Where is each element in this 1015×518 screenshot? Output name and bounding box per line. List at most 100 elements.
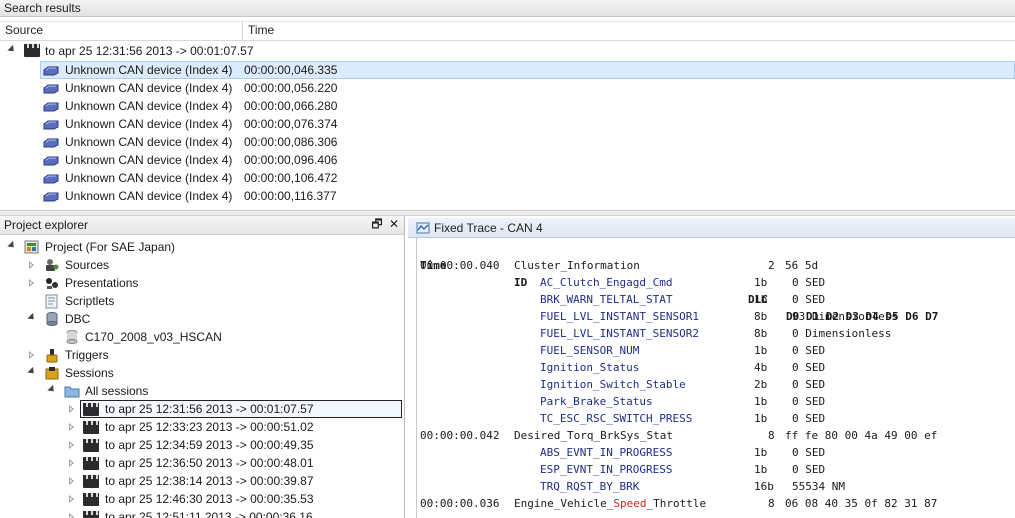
tree-item-triggers[interactable]: Triggers — [0, 346, 400, 364]
folder-icon — [64, 386, 80, 398]
signal-name: FUEL_LVL_INSTANT_SENSOR1 — [540, 310, 699, 323]
signal-length: 16b — [754, 480, 774, 493]
expand-arrow-icon[interactable] — [7, 44, 17, 55]
signal-name: FUEL_SENSOR_NUM — [540, 344, 640, 357]
signal-value: 0 SED — [792, 378, 826, 391]
search-result-row[interactable]: Unknown CAN device (Index 4) 00:00:00,076… — [0, 115, 1015, 133]
search-result-row[interactable]: Unknown CAN device (Index 4) 00:00:00,116… — [0, 187, 1015, 205]
result-time: 00:00:00,056.220 — [244, 81, 338, 95]
tree-item-session[interactable]: to apr 25 12:38:14 2013 -> 00:00:39.87 — [0, 472, 405, 490]
session-clapper-icon — [83, 439, 99, 452]
collapsed-arrow-icon[interactable] — [69, 405, 74, 413]
signal-value: 0 SED — [792, 293, 826, 306]
trace-signal-row[interactable]: FUEL_LVL_INSTANT_SENSOR2 8b 0 Dimensionles… — [417, 325, 1015, 342]
collapsed-arrow-icon[interactable] — [69, 423, 74, 431]
trace-icon — [416, 222, 430, 234]
trace-message-row[interactable]: 00:00:00.040 Cluster_Information 2 56 5d — [417, 257, 1015, 274]
column-header-time[interactable]: Time — [243, 21, 1015, 40]
tree-item-session[interactable]: to apr 25 12:34:59 2013 -> 00:00:49.35 — [0, 436, 405, 454]
sources-icon — [46, 259, 59, 271]
session-clapper-icon — [83, 493, 99, 506]
tree-item-dbc[interactable]: DBC — [0, 310, 400, 328]
trace-signal-row[interactable]: TC_ESC_RSC_SWITCH_PRESS 1b 0 SED — [417, 410, 1015, 427]
search-result-session[interactable]: to apr 25 12:31:56 2013 -> 00:01:07.57 — [0, 42, 1015, 60]
triggers-icon — [46, 349, 58, 363]
signal-value: 0 SED — [792, 395, 826, 408]
search-result-row[interactable]: Unknown CAN device (Index 4) 00:00:00,056… — [0, 79, 1015, 97]
expand-arrow-icon[interactable] — [27, 366, 37, 377]
presentations-icon — [46, 278, 58, 289]
search-result-row[interactable]: Unknown CAN device (Index 4) 00:00:00,106… — [0, 169, 1015, 187]
project-explorer-title: Project explorer — [4, 218, 89, 232]
fixed-trace-tab[interactable]: Fixed Trace - CAN 4 — [408, 218, 1015, 238]
collapsed-arrow-icon[interactable] — [69, 495, 74, 503]
tree-label-dbc: DBC — [65, 312, 91, 326]
restore-window-icon[interactable]: 🗗 — [370, 218, 384, 232]
trace-message-row[interactable]: 00:00:00.036 Engine_Vehicle_Speed_Throttl… — [417, 495, 1015, 512]
signal-name: Ignition_Status — [540, 361, 640, 374]
trace-signal-row[interactable]: Ignition_Switch_Stable 2b 0 SED — [417, 376, 1015, 393]
session-clapper-icon — [83, 511, 99, 518]
session-clapper-icon — [24, 44, 40, 57]
message-id: Cluster_Information — [514, 259, 640, 272]
tree-label-sessions: Sessions — [65, 366, 114, 380]
session-clapper-icon — [83, 475, 99, 488]
signal-value: 0 SED — [792, 446, 826, 459]
result-source: Unknown CAN device (Index 4) — [65, 171, 233, 185]
tree-item-sessions[interactable]: Sessions — [0, 364, 400, 382]
trace-signal-row[interactable]: FUEL_LVL_INSTANT_SENSOR1 8b 93 Dimensionle… — [417, 308, 1015, 325]
search-result-row[interactable]: Unknown CAN device (Index 4) 00:00:00,096… — [0, 151, 1015, 169]
collapsed-arrow-icon[interactable] — [69, 441, 74, 449]
search-result-row[interactable]: Unknown CAN device (Index 4) 00:00:00,086… — [0, 133, 1015, 151]
trace-message-row[interactable]: 00:00:00.042 Desired_Torq_BrkSys_Stat 8 ff … — [417, 427, 1015, 444]
signal-value: 0 SED — [792, 276, 826, 289]
result-source: Unknown CAN device (Index 4) — [65, 63, 233, 77]
trace-signal-row[interactable]: ESP_EVNT_IN_PROGRESS 1b 0 SED — [417, 461, 1015, 478]
search-result-row[interactable]: Unknown CAN device (Index 4) 00:00:00,066… — [0, 97, 1015, 115]
tree-item-presentations[interactable]: Presentations — [0, 274, 400, 292]
search-results-panel: Search results Source Time to apr 25 12:… — [0, 0, 1015, 210]
collapsed-arrow-icon[interactable] — [29, 279, 34, 287]
tree-item-all-sessions[interactable]: All sessions — [0, 382, 400, 400]
signal-length: 4b — [754, 361, 768, 374]
message-data: ff fe 80 00 4a 49 00 ef — [785, 429, 938, 442]
tree-item-session[interactable]: to apr 25 12:33:23 2013 -> 00:00:51.02 — [0, 418, 405, 436]
result-time: 00:00:00,096.406 — [244, 153, 338, 167]
tree-item-sources[interactable]: Sources — [0, 256, 400, 274]
trace-signal-row[interactable]: ABS_EVNT_IN_PROGRESS 1b 0 SED — [417, 444, 1015, 461]
tree-item-session[interactable]: to apr 25 12:36:50 2013 -> 00:00:48.01 — [0, 454, 405, 472]
signal-name: TC_ESC_RSC_SWITCH_PRESS — [540, 412, 693, 425]
tree-label-project: Project (For SAE Japan) — [45, 240, 176, 254]
message-id-part: _Throttle — [646, 497, 707, 510]
session-label: to apr 25 12:33:23 2013 -> 00:00:51.02 — [105, 420, 314, 434]
expand-arrow-icon[interactable] — [27, 312, 37, 323]
collapsed-arrow-icon[interactable] — [29, 261, 34, 269]
tree-item-dbc-file[interactable]: C170_2008_v03_HSCAN — [0, 328, 400, 346]
search-result-row[interactable]: Unknown CAN device (Index 4) 00:00:00,046… — [0, 61, 1015, 79]
trace-signal-row[interactable]: AC_Clutch_Engagd_Cmd 1b 0 SED — [417, 274, 1015, 291]
collapsed-arrow-icon[interactable] — [29, 351, 34, 359]
collapsed-arrow-icon[interactable] — [69, 513, 74, 518]
tree-item-project[interactable]: Project (For SAE Japan) — [0, 238, 400, 256]
tree-label-presentations: Presentations — [65, 276, 139, 290]
trace-signal-row[interactable]: Ignition_Status 4b 0 SED — [417, 359, 1015, 376]
close-panel-icon[interactable]: ✕ — [387, 218, 401, 232]
expand-arrow-icon[interactable] — [7, 240, 17, 251]
session-label: to apr 25 12:31:56 2013 -> 00:01:07.57 — [45, 44, 254, 58]
message-dlc: 8 — [768, 497, 775, 510]
trace-signal-row[interactable]: Park_Brake_Status 1b 0 SED — [417, 393, 1015, 410]
expand-arrow-icon[interactable] — [47, 384, 57, 395]
tree-item-scriptlets[interactable]: Scriptlets — [0, 292, 400, 310]
trace-signal-row[interactable]: BRK_WARN_TELTAL_STAT 1b 0 SED — [417, 291, 1015, 308]
tree-item-session[interactable]: to apr 25 12:46:30 2013 -> 00:00:35.53 — [0, 490, 405, 508]
collapsed-arrow-icon[interactable] — [69, 477, 74, 485]
collapsed-arrow-icon[interactable] — [69, 459, 74, 467]
column-header-source[interactable]: Source — [0, 21, 243, 40]
trace-signal-row[interactable]: FUEL_SENSOR_NUM 1b 0 SED — [417, 342, 1015, 359]
result-source: Unknown CAN device (Index 4) — [65, 81, 233, 95]
message-data: 06 08 40 35 0f 82 31 87 — [785, 497, 938, 510]
tree-item-session[interactable]: to apr 25 12:51:11 2013 -> 00:00:36.16 — [0, 508, 405, 518]
tree-item-session[interactable]: to apr 25 12:31:56 2013 -> 00:01:07.57 — [0, 400, 405, 418]
trace-signal-row[interactable]: TRQ_RQST_BY_BRK 16b 55534 NM — [417, 478, 1015, 495]
message-dlc: 8 — [768, 429, 775, 442]
